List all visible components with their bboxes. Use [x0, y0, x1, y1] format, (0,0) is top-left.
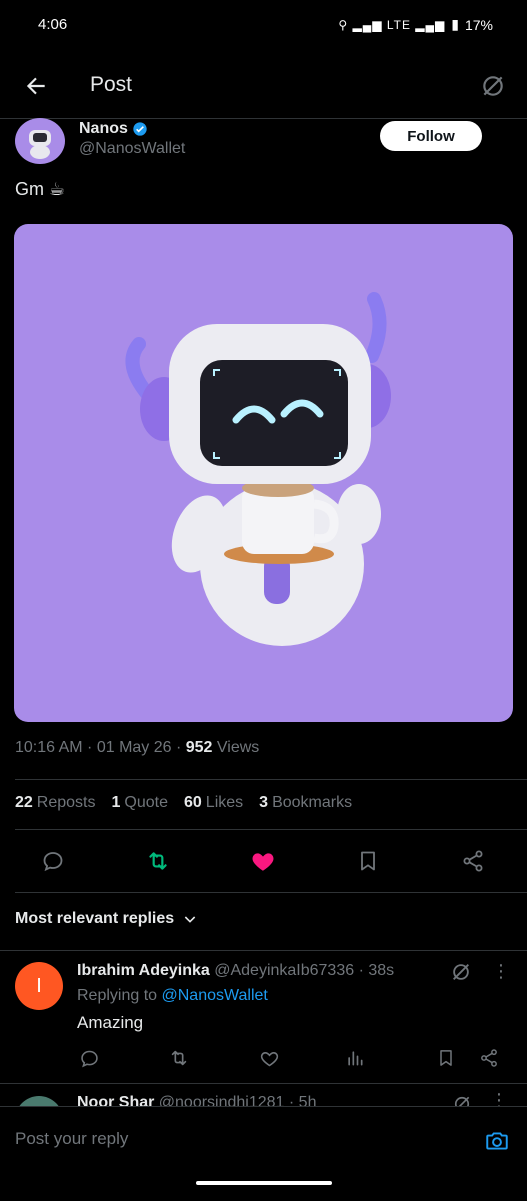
author-handle[interactable]: @NanosWallet — [79, 140, 185, 158]
author-avatar[interactable] — [15, 118, 65, 164]
divider — [15, 779, 527, 780]
replying-to: Replying to @NanosWallet — [77, 987, 268, 1004]
analytics-icon — [348, 1051, 363, 1066]
follow-button[interactable]: Follow — [380, 121, 482, 151]
reply-author-name[interactable]: Noor Shar — [77, 1094, 154, 1106]
author-name-text: Nanos — [79, 120, 128, 137]
status-time: 4:06 — [38, 16, 68, 33]
battery-level: 17% — [464, 16, 493, 33]
reply-like-button[interactable] — [256, 1045, 282, 1071]
divider — [15, 892, 527, 893]
grok-icon — [453, 964, 469, 980]
share-icon — [481, 1049, 497, 1067]
page-title: Post — [90, 73, 133, 96]
reply-grok-button[interactable] — [450, 961, 472, 983]
bookmarks-stat[interactable]: 3 Bookmarks — [259, 794, 352, 812]
back-button[interactable] — [20, 70, 52, 102]
divider — [15, 829, 527, 830]
grok-button[interactable] — [477, 70, 509, 102]
reply-repost-button[interactable] — [166, 1045, 192, 1071]
more-icon[interactable]: ⋮ — [490, 1090, 508, 1106]
divider — [0, 950, 527, 951]
reply-share-button[interactable] — [476, 1045, 502, 1071]
replies-sort-dropdown[interactable]: Most relevant replies — [15, 910, 198, 928]
post-text: Gm ☕ — [15, 179, 66, 199]
share-icon — [463, 850, 483, 872]
views-count: 952 — [185, 739, 213, 756]
reply-handle-time: @AdeyinkaIb67336 · 38s — [209, 962, 395, 979]
camera-button[interactable] — [481, 1125, 513, 1157]
header-divider — [0, 118, 527, 119]
bookmark-icon — [440, 1050, 452, 1066]
reply-item[interactable]: Noor Shar @noorsindhi1281 · 5h ⋮ — [0, 1084, 527, 1106]
replying-to-link[interactable]: @NanosWallet — [162, 987, 268, 1004]
robot-mascot-illustration — [125, 292, 391, 646]
repost-icon — [149, 852, 167, 870]
reply-button[interactable] — [38, 846, 68, 876]
reply-composer: Post your reply — [0, 1106, 527, 1201]
bookmark-icon — [361, 851, 375, 871]
post-time: 10:16 AM · 01 May 26 · — [15, 739, 186, 756]
more-icon[interactable]: ⋮ — [490, 960, 512, 982]
repost-button[interactable] — [143, 846, 173, 876]
reply-header: Ibrahim Adeyinka @AdeyinkaIb67336 · 38s — [77, 962, 394, 980]
verified-badge-icon — [133, 122, 147, 136]
grok-icon — [483, 76, 503, 96]
post-image[interactable] — [14, 224, 513, 722]
post-timestamp-views: 10:16 AM · 01 May 26 · 952 Views — [15, 739, 259, 757]
reply-bookmark-button[interactable] — [433, 1045, 459, 1071]
reply-header: Noor Shar @noorsindhi1281 · 5h — [77, 1094, 316, 1106]
reply-avatar[interactable] — [15, 1096, 63, 1106]
reply-text: Amazing — [77, 1013, 144, 1032]
quotes-stat[interactable]: 1 Quote — [112, 794, 169, 812]
back-arrow-icon — [26, 77, 45, 95]
camera-icon — [486, 1132, 508, 1150]
like-button[interactable] — [248, 846, 278, 876]
status-indicators: ⚲ ▂▄▆ LTE ▂▄▆ ▮ 17% — [338, 16, 493, 33]
bookmark-button[interactable] — [353, 846, 383, 876]
reply-author-name[interactable]: Ibrahim Adeyinka — [77, 962, 210, 979]
grok-icon[interactable] — [452, 1094, 472, 1106]
reply-icon — [80, 1050, 98, 1067]
likes-stat[interactable]: 60 Likes — [184, 794, 243, 812]
reply-avatar[interactable]: I — [15, 962, 63, 1010]
share-button[interactable] — [458, 846, 488, 876]
reply-input[interactable]: Post your reply — [15, 1129, 128, 1149]
like-icon — [260, 1051, 278, 1066]
author-name[interactable]: Nanos — [79, 120, 148, 138]
engagement-stats: 22 Reposts 1 Quote 60 Likes 3 Bookmarks — [15, 794, 352, 812]
views-label: Views — [212, 739, 260, 756]
reply-reply-button[interactable] — [76, 1045, 102, 1071]
chevron-down-icon — [184, 916, 196, 923]
home-indicator — [196, 1181, 332, 1185]
repost-icon — [171, 1050, 187, 1066]
reply-views-button[interactable] — [342, 1045, 368, 1071]
reply-icon — [43, 852, 63, 872]
replies-sort-label: Most relevant replies — [15, 910, 175, 927]
battery-icon: ▮ — [451, 16, 459, 32]
network-icon: ⚲ ▂▄▆ LTE ▂▄▆ — [338, 17, 446, 32]
reposts-stat[interactable]: 22 Reposts — [15, 794, 96, 812]
reply-handle-time: @noorsindhi1281 · 5h — [154, 1094, 317, 1106]
like-icon — [252, 853, 274, 871]
